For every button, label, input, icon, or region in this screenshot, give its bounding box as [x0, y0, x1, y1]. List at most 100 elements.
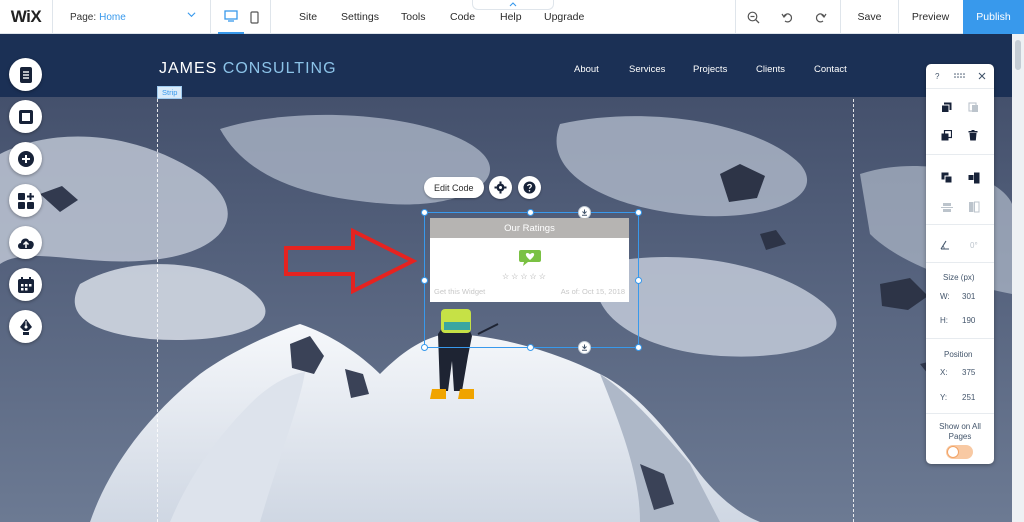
- resize-handle-bottom[interactable]: [527, 344, 534, 351]
- menu-site[interactable]: Site: [299, 11, 317, 23]
- resize-handle-bottom-right[interactable]: [635, 344, 642, 351]
- properties-panel: ? 0° Size (px) W: 301 H: 190 Position X:…: [926, 64, 994, 464]
- page-label: Page:: [70, 11, 97, 23]
- match-size-icon[interactable]: [968, 201, 980, 213]
- chat-heart-icon: [519, 250, 541, 266]
- nav-services[interactable]: Services: [629, 64, 665, 75]
- resize-handle-bottom-left[interactable]: [421, 344, 428, 351]
- right-content-guide: [853, 34, 854, 522]
- get-widget-link[interactable]: Get this Widget: [434, 287, 485, 296]
- page-value: Home: [99, 11, 126, 23]
- add-apps-button[interactable]: [9, 184, 42, 217]
- widget-title: Our Ratings: [430, 218, 629, 238]
- y-label: Y:: [940, 393, 948, 402]
- mobile-view-button[interactable]: [241, 0, 267, 34]
- height-value[interactable]: 190: [962, 316, 975, 325]
- page-selector[interactable]: Page: Home: [70, 0, 208, 34]
- publish-button[interactable]: Publish: [963, 0, 1024, 34]
- nav-contact[interactable]: Contact: [814, 64, 847, 75]
- help-icon: [523, 181, 536, 194]
- chevron-down-icon: [187, 12, 196, 18]
- rotate-angle-icon[interactable]: [940, 240, 950, 250]
- y-value[interactable]: 251: [962, 393, 975, 402]
- background-button[interactable]: [9, 100, 42, 133]
- divider: [270, 0, 271, 34]
- collapse-topbar-tab[interactable]: [472, 0, 554, 10]
- undo-button[interactable]: [776, 0, 798, 34]
- toggle-knob: [947, 446, 959, 458]
- nav-clients[interactable]: Clients: [756, 64, 785, 75]
- angle-value[interactable]: 0°: [970, 241, 978, 250]
- redo-button[interactable]: [810, 0, 832, 34]
- resize-handle-top-right[interactable]: [635, 209, 642, 216]
- add-button[interactable]: [9, 142, 42, 175]
- widget-footer: Get this Widget As of: Oct 15, 2018: [434, 287, 625, 296]
- download-icon: [582, 209, 587, 216]
- edit-code-button[interactable]: Edit Code: [424, 177, 484, 198]
- divider: [926, 88, 994, 89]
- help-button[interactable]: [518, 176, 541, 199]
- delete-icon[interactable]: [968, 130, 978, 141]
- stretch-bottom-button[interactable]: [578, 341, 591, 354]
- vertical-scrollbar[interactable]: [1012, 34, 1024, 522]
- nav-about[interactable]: About: [574, 64, 599, 75]
- divider: [926, 224, 994, 225]
- cloud-upload-icon: [17, 238, 34, 249]
- apps-icon: [17, 192, 34, 209]
- ratings-widget[interactable]: Our Ratings ☆☆☆☆☆ Get this Widget As of:…: [430, 218, 629, 302]
- zoom-out-icon: [747, 11, 759, 23]
- resize-handle-top-left[interactable]: [421, 209, 428, 216]
- blog-button[interactable]: [9, 310, 42, 343]
- menu-upgrade[interactable]: Upgrade: [544, 11, 584, 23]
- nav-projects[interactable]: Projects: [693, 64, 727, 75]
- show-all-pages-toggle[interactable]: [946, 445, 973, 459]
- close-icon[interactable]: [978, 72, 986, 80]
- left-content-guide: [157, 34, 158, 522]
- menu-settings[interactable]: Settings: [341, 11, 379, 23]
- resize-handle-left[interactable]: [421, 277, 428, 284]
- align-icon[interactable]: [968, 172, 980, 184]
- zoom-out-button[interactable]: [742, 0, 764, 34]
- menu-code[interactable]: Code: [450, 11, 475, 23]
- x-value[interactable]: 375: [962, 368, 975, 377]
- rating-date: As of: Oct 15, 2018: [560, 287, 625, 296]
- panel-help-button[interactable]: ?: [935, 72, 939, 81]
- preview-button[interactable]: Preview: [899, 0, 962, 34]
- calendar-icon: [17, 276, 34, 293]
- red-arrow-annotation: [284, 228, 418, 294]
- divider: [926, 413, 994, 414]
- divider: [210, 0, 211, 34]
- editor-topbar: WiX Page: Home Site Settings Tools Code …: [0, 0, 1024, 34]
- site-title[interactable]: JAMES CONSULTING: [159, 60, 337, 78]
- upload-button[interactable]: [9, 226, 42, 259]
- bookings-button[interactable]: [9, 268, 42, 301]
- menu-tools[interactable]: Tools: [401, 11, 426, 23]
- site-title-part1: JAMES: [159, 60, 218, 77]
- divider: [735, 0, 736, 34]
- redo-icon: [815, 13, 827, 23]
- arrange-icon[interactable]: [941, 172, 953, 184]
- distribute-icon[interactable]: [941, 201, 953, 213]
- menu-help[interactable]: Help: [500, 11, 522, 23]
- resize-handle-right[interactable]: [635, 277, 642, 284]
- drag-handle-icon[interactable]: [954, 73, 966, 79]
- width-value[interactable]: 301: [962, 292, 975, 301]
- download-icon: [582, 344, 587, 351]
- settings-button[interactable]: [489, 176, 512, 199]
- resize-handle-top[interactable]: [527, 209, 534, 216]
- save-button[interactable]: Save: [841, 0, 898, 34]
- wix-logo[interactable]: WiX: [0, 7, 52, 27]
- strip-tag[interactable]: Strip: [157, 86, 183, 99]
- copy-icon[interactable]: [941, 102, 952, 113]
- width-label: W:: [940, 292, 950, 301]
- site-header-strip[interactable]: JAMES CONSULTING About Services Projects…: [0, 34, 1012, 97]
- divider: [926, 262, 994, 263]
- duplicate-icon[interactable]: [941, 130, 952, 141]
- paste-icon[interactable]: [968, 102, 979, 113]
- editor-stage[interactable]: JAMES CONSULTING About Services Projects…: [0, 34, 1012, 522]
- scrollbar-thumb[interactable]: [1015, 40, 1021, 70]
- show-all-pages-label: Show on All Pages: [939, 422, 981, 441]
- pen-nib-icon: [19, 318, 32, 335]
- plus-icon: [17, 150, 34, 167]
- pages-button[interactable]: [9, 58, 42, 91]
